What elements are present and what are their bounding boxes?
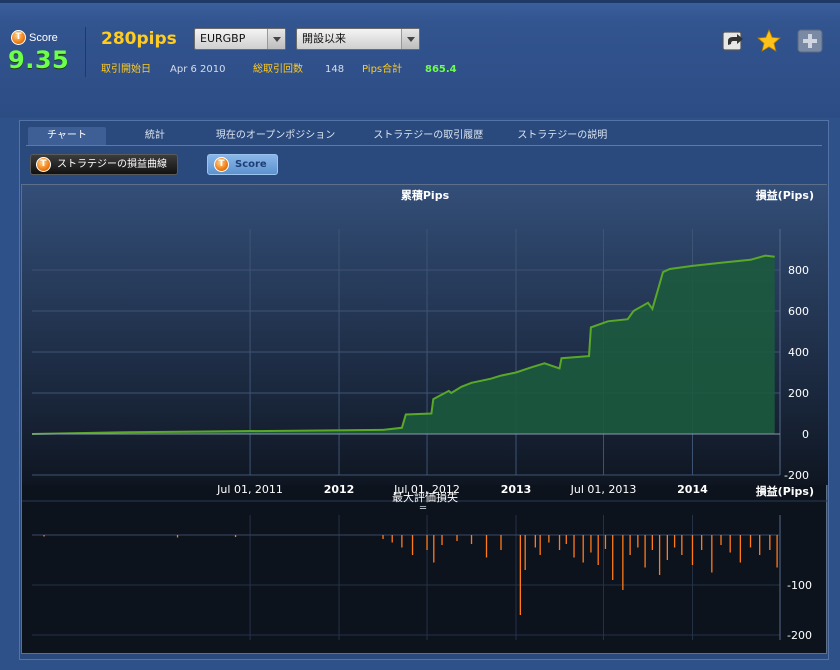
trade-count-value: 148 <box>325 64 345 75</box>
add-icon[interactable] <box>797 29 823 53</box>
pips-total-label: Pips合計 <box>362 64 403 75</box>
score-value: 9.35 <box>8 46 70 74</box>
y-tick-label: 600 <box>788 305 809 318</box>
tab-stats[interactable]: 統計 <box>126 127 184 145</box>
x-tick-label: 2013 <box>501 483 532 496</box>
share-icon[interactable] <box>721 29 747 53</box>
y-tick-label: 200 <box>788 387 809 400</box>
star-icon[interactable] <box>756 29 782 53</box>
x-tick-label: Jul 01, 2013 <box>570 483 637 496</box>
chevron-down-icon <box>267 29 285 49</box>
t-logo-icon: T <box>214 157 229 172</box>
equity-chart-title: 累積Pips <box>401 188 450 202</box>
strategy-name: 280pips <box>101 29 177 49</box>
x-tick-label: Jul 01, 2011 <box>216 483 283 496</box>
x-tick-label: 2014 <box>677 483 708 496</box>
y-tick-label: -200 <box>787 629 812 642</box>
drawdown-y-axis-label: 損益(Pips) <box>756 484 814 498</box>
x-tick-label: 2012 <box>324 483 355 496</box>
chart-area: Jul 01, 2011 2012 Jul 01, 2012 2013 Jul 01, … <box>21 184 828 654</box>
t-logo-icon: T <box>11 30 26 45</box>
y-tick-label: 0 <box>802 428 809 441</box>
chart-svg: Jul 01, 2011 2012 Jul 01, 2012 2013 Jul 01, … <box>22 185 828 642</box>
tab-bar: チャート 統計 現在のオープンポジション ストラテジーの取引履歴 ストラテジーの… <box>28 127 607 145</box>
y-tick-label: -100 <box>787 579 812 592</box>
tab-chart[interactable]: チャート <box>28 127 106 145</box>
y-tick-label: 800 <box>788 264 809 277</box>
y-tick-label: -200 <box>784 469 809 482</box>
equity-curve-button[interactable]: T ストラテジーの損益曲線 <box>30 154 178 175</box>
period-select[interactable]: 開設以来 <box>296 28 420 50</box>
strategy-header: T Score 9.35 280pips EURGBP 開設以来 取引開始日 A… <box>0 0 840 118</box>
start-date-value: Apr 6 2010 <box>170 64 226 75</box>
drawdown-chart-title: 最大評価損失 <box>392 490 458 504</box>
tab-description[interactable]: ストラテジーの説明 <box>517 127 607 145</box>
tab-trade-history[interactable]: ストラテジーの取引履歴 <box>373 127 483 145</box>
tab-underline <box>26 145 822 146</box>
currency-pair-select[interactable]: EURGBP <box>194 28 286 50</box>
score-label: T Score <box>11 30 58 45</box>
trade-count-label: 総取引回数 <box>253 64 303 75</box>
currency-pair-value: EURGBP <box>200 32 246 45</box>
equity-y-axis-label: 損益(Pips) <box>756 188 814 202</box>
pips-total-value: 865.4 <box>425 64 457 75</box>
tab-open-positions[interactable]: 現在のオープンポジション <box>216 127 335 145</box>
t-logo-icon: T <box>36 157 51 172</box>
strategy-panel: チャート 統計 現在のオープンポジション ストラテジーの取引履歴 ストラテジーの… <box>19 120 829 660</box>
period-value: 開設以来 <box>302 32 346 45</box>
header-divider <box>85 27 86 77</box>
start-date-label: 取引開始日 <box>101 64 151 75</box>
score-button[interactable]: T Score <box>207 154 278 175</box>
y-tick-label: 400 <box>788 346 809 359</box>
chevron-down-icon <box>401 29 419 49</box>
resize-handle-icon: ═ <box>419 503 427 514</box>
